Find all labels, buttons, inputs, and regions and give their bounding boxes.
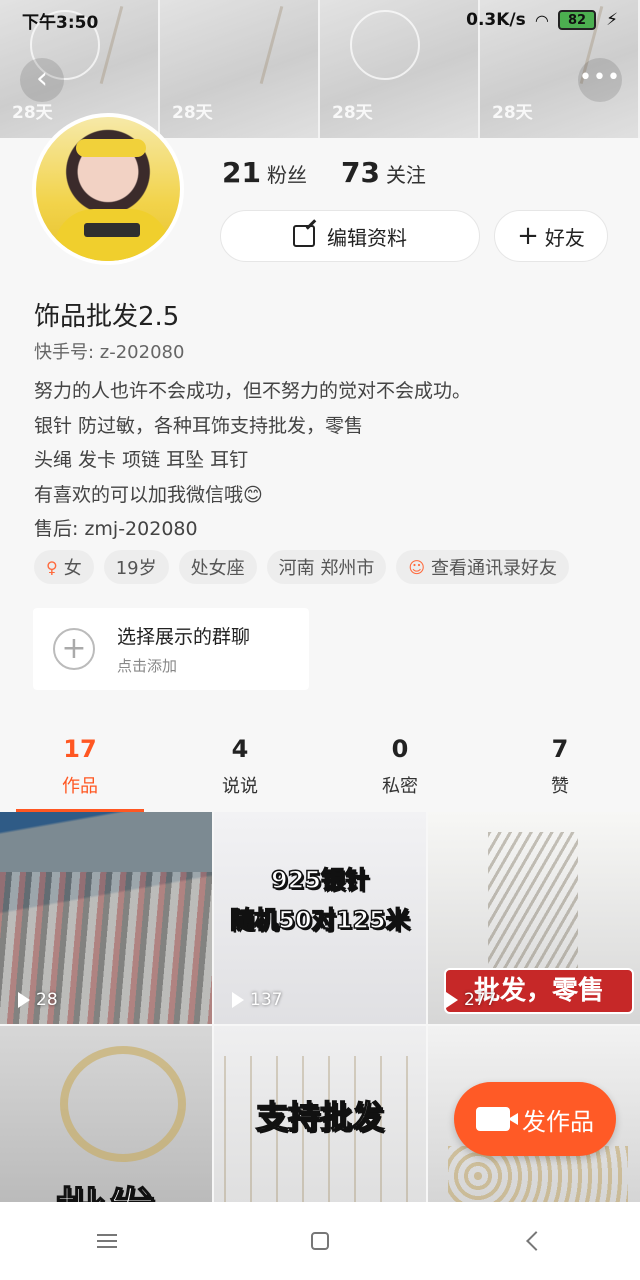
video-camera-icon xyxy=(476,1107,518,1131)
fans-stat[interactable]: 21 粉丝 xyxy=(222,156,307,189)
tab-label: 作品 xyxy=(62,776,98,797)
view-count: 28 xyxy=(18,990,58,1010)
profile-stats: 21 粉丝 73 关注 xyxy=(222,156,426,189)
group-chat-card[interactable]: + 选择展示的群聊 点击添加 xyxy=(33,608,309,690)
add-circle-icon: + xyxy=(53,628,95,670)
bio-line: 头绳 发卡 项链 耳坠 耳钉 xyxy=(34,449,249,471)
tag-label: 河南 郑州市 xyxy=(278,558,375,579)
edit-icon xyxy=(293,225,315,247)
charging-icon: ⚡ xyxy=(606,10,618,30)
system-nav-bar xyxy=(0,1202,640,1280)
following-label: 关注 xyxy=(385,163,426,187)
fans-label: 粉丝 xyxy=(266,163,307,187)
group-chat-title: 选择展示的群聊 xyxy=(117,626,251,648)
profile-bio: 努力的人也许不会成功，但不努力的觉对不会成功。 银针 防过敏，各种耳饰支持批发，… xyxy=(34,374,471,547)
status-time: 下午3:50 xyxy=(22,12,99,33)
video-thumbnail[interactable]: 批发，零售 277 xyxy=(428,812,640,1024)
tab-count: 17 xyxy=(63,735,97,763)
view-count: 277 xyxy=(446,990,496,1010)
tag-label: 查看通讯录好友 xyxy=(431,558,558,579)
tag-label: 19岁 xyxy=(115,558,157,579)
profile-tags: ♀ 女 19岁 处女座 河南 郑州市 ☺ 查看通讯录好友 xyxy=(34,550,570,584)
back-button[interactable]: ‹ xyxy=(20,58,64,102)
nav-menu-button[interactable] xyxy=(77,1221,137,1261)
thumbnail-caption: 随机50对125米 xyxy=(230,905,411,935)
home-icon xyxy=(310,1232,329,1250)
contacts-icon: ☺ xyxy=(408,557,426,577)
following-count: 73 xyxy=(340,156,380,189)
play-icon xyxy=(18,992,30,1008)
plus-icon: + xyxy=(517,221,539,251)
battery-icon: 82 xyxy=(558,10,597,30)
tab-count: 0 xyxy=(391,735,409,763)
video-thumbnail[interactable]: 28 xyxy=(0,812,212,1024)
bio-line: 售后: zmj-202080 xyxy=(34,518,198,540)
network-speed: 0.3K/s xyxy=(466,10,526,30)
works-grid: 28 925银针 随机50对125米 137 批发，零售 277 批发 支持批发 xyxy=(0,812,640,1238)
thumbnail-caption: 支持批发 xyxy=(255,1097,385,1137)
fans-count: 21 xyxy=(222,156,261,189)
play-icon xyxy=(232,992,244,1008)
tab-posts[interactable]: 4 说说 xyxy=(160,734,320,812)
tag-gender: ♀ 女 xyxy=(34,550,94,584)
post-work-button[interactable]: 发作品 xyxy=(454,1082,616,1156)
view-count: 137 xyxy=(232,990,282,1010)
menu-icon xyxy=(96,1234,117,1248)
tag-label: 女 xyxy=(63,558,82,579)
avatar[interactable] xyxy=(32,113,184,265)
tag-location: 河南 郑州市 xyxy=(266,550,387,584)
tab-works[interactable]: 17 作品 xyxy=(0,734,160,812)
tag-contacts[interactable]: ☺ 查看通讯录好友 xyxy=(396,550,570,584)
tag-zodiac: 处女座 xyxy=(178,550,257,584)
tag-age: 19岁 xyxy=(103,550,169,584)
video-thumbnail[interactable]: 925银针 随机50对125米 137 xyxy=(214,812,426,1024)
group-chat-subtitle: 点击添加 xyxy=(117,657,178,675)
profile-id: 快手号: z-202080 xyxy=(34,342,185,363)
back-icon xyxy=(526,1231,547,1251)
play-icon xyxy=(446,992,458,1008)
edit-profile-label: 编辑资料 xyxy=(327,225,407,250)
tab-likes[interactable]: 7赞 xyxy=(480,734,640,812)
status-bar: 下午3:50 0.3K/s ◠ 82 ⚡ xyxy=(0,0,640,40)
add-friend-button[interactable]: + 好友 xyxy=(494,210,608,262)
tab-label: 私密 xyxy=(382,776,418,797)
tab-label: 赞 xyxy=(551,776,569,797)
following-stat[interactable]: 73 关注 xyxy=(341,156,426,189)
tab-count: 7 xyxy=(551,735,569,763)
tag-label: 处女座 xyxy=(190,558,245,579)
wifi-icon: ◠ xyxy=(535,10,549,30)
thumbnail-caption: 925银针 xyxy=(270,865,370,895)
nav-home-button[interactable] xyxy=(290,1221,350,1261)
edit-profile-button[interactable]: 编辑资料 xyxy=(220,210,480,262)
tab-private[interactable]: 0 私密 xyxy=(320,734,480,812)
female-icon: ♀ xyxy=(46,557,58,577)
post-work-label: 发作品 xyxy=(522,1107,594,1136)
bio-line: 有喜欢的可以加我微信哦😊 xyxy=(34,483,263,506)
nav-back-button[interactable] xyxy=(503,1221,563,1261)
tab-count: 4 xyxy=(231,735,249,763)
content-tabs: 17 作品 4 说说 0 私密 7赞 xyxy=(0,734,640,812)
bio-line: 银针 防过敏，各种耳饰支持批发，零售 xyxy=(34,414,364,437)
more-options-button[interactable]: ••• xyxy=(578,58,622,102)
profile-name: 饰品批发2.5 xyxy=(34,302,180,332)
add-friend-label: 好友 xyxy=(544,225,585,250)
bio-line: 努力的人也许不会成功，但不努力的觉对不会成功。 xyxy=(34,380,472,402)
tab-label: 说说 xyxy=(222,776,258,797)
